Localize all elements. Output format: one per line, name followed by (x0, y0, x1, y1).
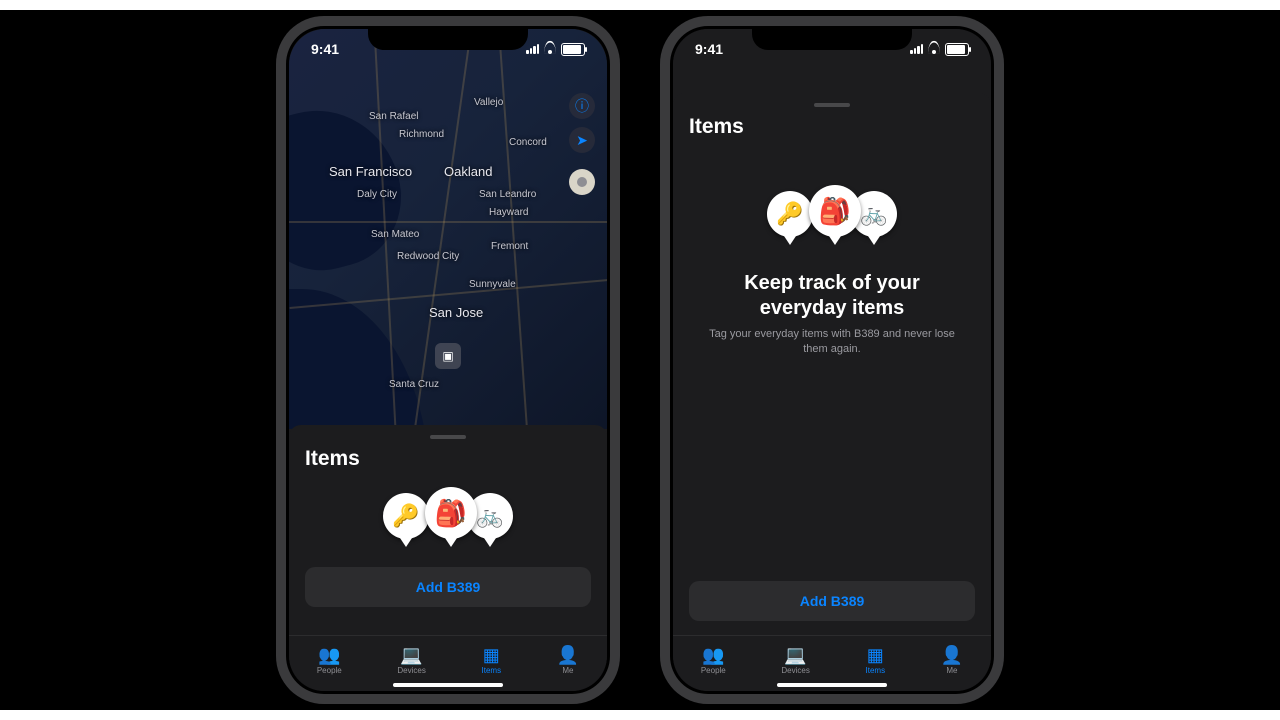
item-pins-graphic: 🔑 🎒 🚲 (767, 185, 897, 255)
status-time: 9:41 (695, 41, 723, 57)
add-item-button[interactable]: Add B389 (689, 581, 975, 621)
home-indicator[interactable] (393, 683, 503, 687)
items-icon: ▦ (867, 646, 884, 664)
sheet-title: Items (305, 447, 591, 471)
city-label: Fremont (491, 241, 528, 252)
tab-label: Me (562, 666, 573, 675)
sheet-grabber[interactable] (814, 103, 850, 107)
key-icon: 🔑 (383, 493, 429, 539)
city-label: Concord (509, 137, 547, 148)
devices-icon: 💻 (784, 646, 806, 664)
tab-devices[interactable]: 💻 Devices (781, 646, 809, 675)
items-sheet-expanded[interactable]: Items 🔑 🎒 🚲 Keep track of your everyday … (673, 93, 991, 635)
city-label: San Jose (429, 305, 483, 320)
wifi-icon (927, 44, 941, 54)
backpack-icon: 🎒 (809, 185, 861, 237)
city-label: Hayward (489, 207, 528, 218)
cellular-icon (910, 44, 923, 54)
wifi-icon (543, 44, 557, 54)
cellular-icon (526, 44, 539, 54)
tab-label: People (317, 666, 342, 675)
battery-icon (561, 43, 585, 56)
notch (752, 26, 912, 50)
items-icon: ▦ (483, 646, 500, 664)
devices-icon: 💻 (400, 646, 422, 664)
sheet-grabber[interactable] (430, 435, 466, 439)
onboarding-subhead: Tag your everyday items with B389 and ne… (699, 327, 965, 358)
home-indicator[interactable] (777, 683, 887, 687)
sheet-title: Items (689, 115, 975, 139)
map-pin-button[interactable] (569, 169, 595, 195)
tab-items[interactable]: ▦ Items (482, 646, 502, 675)
people-icon: 👥 (318, 646, 340, 664)
city-label: Sunnyvale (469, 279, 516, 290)
city-label: San Francisco (329, 164, 412, 179)
tab-label: Items (482, 666, 502, 675)
backpack-icon: 🎒 (425, 487, 477, 539)
city-label: Richmond (399, 129, 444, 140)
key-icon: 🔑 (767, 191, 813, 237)
status-time: 9:41 (311, 41, 339, 57)
me-icon: 👤 (557, 646, 579, 664)
city-label: Oakland (444, 164, 492, 179)
city-label: San Leandro (479, 189, 536, 200)
city-label: Santa Cruz (389, 379, 439, 390)
tab-label: Devices (781, 666, 809, 675)
map-locate-button[interactable]: ➤ (569, 127, 595, 153)
tab-label: Items (866, 666, 886, 675)
tab-items[interactable]: ▦ Items (866, 646, 886, 675)
me-icon: 👤 (941, 646, 963, 664)
city-label: San Rafael (369, 111, 418, 122)
add-item-button[interactable]: Add B389 (305, 567, 591, 607)
battery-icon (945, 43, 969, 56)
tab-label: People (701, 666, 726, 675)
city-label: Vallejo (474, 97, 503, 108)
city-label: Daly City (357, 189, 397, 200)
tab-devices[interactable]: 💻 Devices (397, 646, 425, 675)
tab-me[interactable]: 👤 Me (557, 646, 579, 675)
tab-label: Devices (397, 666, 425, 675)
onboarding-headline: Keep track of your everyday items (709, 271, 955, 321)
tab-label: Me (946, 666, 957, 675)
tab-people[interactable]: 👥 People (701, 646, 726, 675)
map-info-button[interactable]: ⓘ (569, 93, 595, 119)
map-layers-button[interactable]: ▣ (435, 343, 461, 369)
tab-people[interactable]: 👥 People (317, 646, 342, 675)
tab-me[interactable]: 👤 Me (941, 646, 963, 675)
map-view[interactable]: Vallejo San Rafael Richmond Concord San Fran… (289, 29, 607, 429)
city-label: Redwood City (397, 251, 459, 262)
items-sheet[interactable]: Items 🔑 🎒 🚲 Add B389 (289, 425, 607, 635)
notch (368, 26, 528, 50)
item-pins-graphic: 🔑 🎒 🚲 (383, 487, 513, 557)
phone-right: 9:41 Items 🔑 🎒 🚲 Keep track of your ever… (660, 16, 1004, 704)
people-icon: 👥 (702, 646, 724, 664)
city-label: San Mateo (371, 229, 419, 240)
phone-left: Vallejo San Rafael Richmond Concord San Fran… (276, 16, 620, 704)
